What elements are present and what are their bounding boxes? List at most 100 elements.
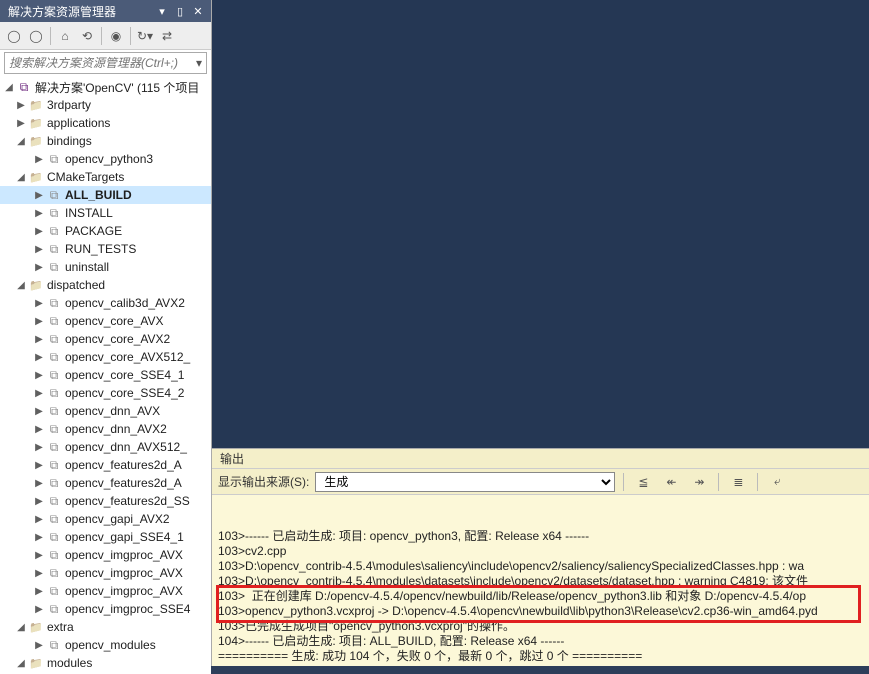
tree-item[interactable]: ◢📁bindings bbox=[0, 132, 211, 150]
expander-icon[interactable]: ▶ bbox=[32, 154, 46, 165]
sync-icon[interactable]: ⟲ bbox=[77, 26, 97, 46]
expander-icon[interactable]: ▶ bbox=[32, 478, 46, 489]
tree-item-label: applications bbox=[47, 116, 110, 130]
tree-item[interactable]: ▶⧉opencv_imgproc_AVX bbox=[0, 582, 211, 600]
expander-icon[interactable]: ▶ bbox=[32, 334, 46, 345]
tree-item[interactable]: ▶⧉opencv_python3 bbox=[0, 150, 211, 168]
expander-icon[interactable]: ◢ bbox=[14, 622, 28, 633]
tree-item-label: opencv_calib3d_AVX2 bbox=[65, 296, 185, 310]
solution-root[interactable]: ◢ ⧉ 解决方案'OpenCV' (115 个项目 bbox=[0, 78, 211, 96]
expander-icon[interactable]: ▶ bbox=[32, 568, 46, 579]
project-icon: ⧉ bbox=[46, 151, 62, 167]
expander-icon[interactable]: ◢ bbox=[14, 136, 28, 147]
solution-toolbar: ◯ ◯ ⌂ ⟲ ◉ ↻▾ ⇄ bbox=[0, 22, 211, 50]
tree-item[interactable]: ▶⧉opencv_gapi_AVX2 bbox=[0, 510, 211, 528]
expander-icon[interactable]: ▶ bbox=[32, 262, 46, 273]
tree-item[interactable]: ▶⧉opencv_core_AVX2 bbox=[0, 330, 211, 348]
search-input[interactable] bbox=[9, 56, 196, 70]
tree-item[interactable]: ▶⧉uninstall bbox=[0, 258, 211, 276]
find-icon[interactable]: ≦ bbox=[632, 472, 654, 492]
tree-item-label: dispatched bbox=[47, 278, 105, 292]
goto-next-icon[interactable]: ↠ bbox=[688, 472, 710, 492]
home-icon[interactable]: ⌂ bbox=[55, 26, 75, 46]
back-icon[interactable]: ◯ bbox=[4, 26, 24, 46]
project-icon: ⧉ bbox=[46, 601, 62, 617]
tree-item[interactable]: ▶⧉opencv_core_SSE4_2 bbox=[0, 384, 211, 402]
tree-item[interactable]: ▶⧉opencv_core_AVX bbox=[0, 312, 211, 330]
expander-icon[interactable]: ▶ bbox=[32, 604, 46, 615]
tree-item[interactable]: ▶⧉opencv_features2d_A bbox=[0, 474, 211, 492]
expander-icon[interactable]: ◢ bbox=[2, 82, 16, 93]
tree-item[interactable]: ▶⧉opencv_modules bbox=[0, 636, 211, 654]
project-icon: ⧉ bbox=[46, 529, 62, 545]
tree-item-label: opencv_core_SSE4_2 bbox=[65, 386, 184, 400]
tree-item[interactable]: ▶⧉opencv_gapi_SSE4_1 bbox=[0, 528, 211, 546]
expander-icon[interactable]: ◢ bbox=[14, 280, 28, 291]
search-box[interactable]: ▾ bbox=[4, 52, 207, 74]
tree-item[interactable]: ▶⧉opencv_dnn_AVX2 bbox=[0, 420, 211, 438]
tree-item[interactable]: ◢📁extra bbox=[0, 618, 211, 636]
tree-item[interactable]: ◢📁CMakeTargets bbox=[0, 168, 211, 186]
solution-tree[interactable]: ◢ ⧉ 解决方案'OpenCV' (115 个项目 ▶📁3rdparty▶📁ap… bbox=[0, 76, 211, 674]
close-icon[interactable]: ✕ bbox=[189, 2, 207, 20]
tree-item[interactable]: ▶⧉opencv_imgproc_AVX bbox=[0, 564, 211, 582]
expander-icon[interactable]: ▶ bbox=[32, 370, 46, 381]
wrap-icon[interactable]: ⤶ bbox=[766, 472, 788, 492]
output-source-select[interactable]: 生成 bbox=[315, 472, 615, 492]
tree-item-label: uninstall bbox=[65, 260, 109, 274]
expander-icon[interactable]: ▶ bbox=[32, 442, 46, 453]
expander-icon[interactable]: ▶ bbox=[32, 388, 46, 399]
expander-icon[interactable]: ▶ bbox=[32, 406, 46, 417]
tree-item[interactable]: ▶📁3rdparty bbox=[0, 96, 211, 114]
tree-item[interactable]: ◢📁dispatched bbox=[0, 276, 211, 294]
tree-item[interactable]: ▶⧉opencv_dnn_AVX bbox=[0, 402, 211, 420]
tree-item[interactable]: ▶⧉opencv_dnn_AVX512_ bbox=[0, 438, 211, 456]
expander-icon[interactable]: ▶ bbox=[32, 532, 46, 543]
tree-item[interactable]: ▶⧉INSTALL bbox=[0, 204, 211, 222]
expander-icon[interactable]: ▶ bbox=[32, 244, 46, 255]
tree-item[interactable]: ▶⧉opencv_features2d_SS bbox=[0, 492, 211, 510]
tree-item[interactable]: ▶📁applications bbox=[0, 114, 211, 132]
expander-icon[interactable]: ▶ bbox=[32, 496, 46, 507]
project-icon: ⧉ bbox=[46, 637, 62, 653]
project-icon: ⧉ bbox=[46, 187, 62, 203]
expander-icon[interactable]: ▶ bbox=[14, 100, 28, 111]
expander-icon[interactable]: ▶ bbox=[14, 118, 28, 129]
tree-item[interactable]: ▶⧉ALL_BUILD bbox=[0, 186, 211, 204]
expander-icon[interactable]: ▶ bbox=[32, 424, 46, 435]
expander-icon[interactable]: ▶ bbox=[32, 352, 46, 363]
tree-item[interactable]: ◢📁modules bbox=[0, 654, 211, 672]
project-icon: ⧉ bbox=[46, 331, 62, 347]
view-icon[interactable]: ◉ bbox=[106, 26, 126, 46]
expander-icon[interactable]: ▶ bbox=[32, 460, 46, 471]
dropdown-icon[interactable]: ▾ bbox=[153, 2, 171, 20]
expander-icon[interactable]: ▶ bbox=[32, 586, 46, 597]
tree-item[interactable]: ▶⧉opencv_imgproc_AVX bbox=[0, 546, 211, 564]
expander-icon[interactable]: ▶ bbox=[32, 514, 46, 525]
expander-icon[interactable]: ▶ bbox=[32, 316, 46, 327]
tree-item[interactable]: ▶⧉opencv_core_AVX512_ bbox=[0, 348, 211, 366]
expander-icon[interactable]: ▶ bbox=[32, 208, 46, 219]
forward-icon[interactable]: ◯ bbox=[26, 26, 46, 46]
tree-item[interactable]: ▶⧉RUN_TESTS bbox=[0, 240, 211, 258]
pin-icon[interactable]: ▯ bbox=[171, 2, 189, 20]
output-text[interactable]: 103>------ 已启动生成: 项目: opencv_python3, 配置… bbox=[212, 495, 869, 666]
expander-icon[interactable]: ▶ bbox=[32, 640, 46, 651]
expander-icon[interactable]: ▶ bbox=[32, 226, 46, 237]
expander-icon[interactable]: ▶ bbox=[32, 190, 46, 201]
tree-item[interactable]: ▶⧉opencv_calib3d_AVX2 bbox=[0, 294, 211, 312]
search-dropdown-icon[interactable]: ▾ bbox=[196, 56, 202, 70]
tree-item[interactable]: ▶⧉opencv_features2d_A bbox=[0, 456, 211, 474]
expander-icon[interactable]: ▶ bbox=[32, 298, 46, 309]
clear-icon[interactable]: ≣ bbox=[727, 472, 749, 492]
expander-icon[interactable]: ◢ bbox=[14, 172, 28, 183]
goto-prev-icon[interactable]: ↞ bbox=[660, 472, 682, 492]
expander-icon[interactable]: ◢ bbox=[14, 658, 28, 669]
expander-icon[interactable]: ▶ bbox=[32, 550, 46, 561]
tree-item-label: extra bbox=[47, 620, 74, 634]
refresh-icon[interactable]: ↻▾ bbox=[135, 26, 155, 46]
tree-item[interactable]: ▶⧉opencv_imgproc_SSE4 bbox=[0, 600, 211, 618]
tree-item[interactable]: ▶⧉opencv_core_SSE4_1 bbox=[0, 366, 211, 384]
collapse-icon[interactable]: ⇄ bbox=[157, 26, 177, 46]
tree-item[interactable]: ▶⧉PACKAGE bbox=[0, 222, 211, 240]
